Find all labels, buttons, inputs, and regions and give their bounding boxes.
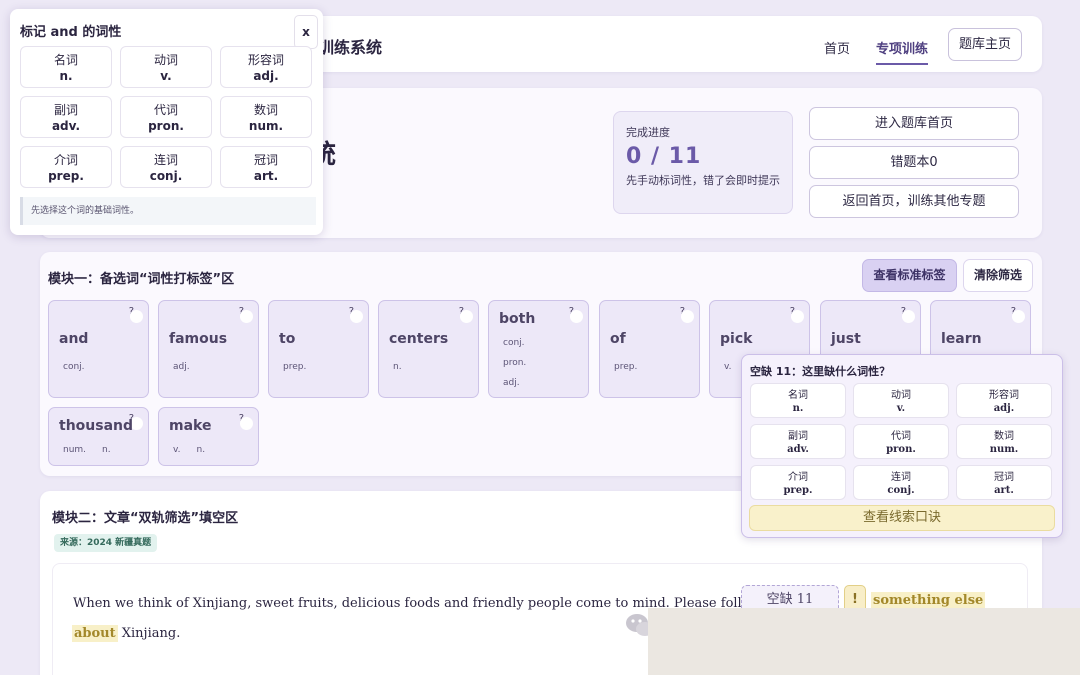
- popup-title: 标记 and 的词性: [20, 25, 122, 40]
- pos-option-art[interactable]: 冠词 art.: [220, 146, 312, 188]
- nav-home[interactable]: 首页: [824, 38, 850, 57]
- pos-tag: prep.: [614, 362, 638, 372]
- word-label: centers: [389, 331, 449, 347]
- blank-pos-popup: 空缺 11：这里缺什么词性？ 名词 n. 动词 v. 形容词 adj. 副词 adv. 代词 pr…: [741, 354, 1063, 538]
- show-standard-tags-button[interactable]: 查看标准标签: [862, 259, 957, 292]
- pos-tags: v. n.: [173, 440, 221, 460]
- pos-tags: conj.: [63, 357, 101, 377]
- passage-line-2: about Xinjiang.: [72, 622, 181, 642]
- pos-tags: n.: [393, 357, 418, 377]
- tag-pos-popup: 标记 and 的词性 x 名词 n. 动词 v. 形容词 adj. 副词 adv. 代词 pron…: [10, 9, 323, 235]
- word-label: both: [499, 311, 536, 327]
- pos-tags: prep.: [614, 357, 653, 377]
- pos-option-pron[interactable]: 代词 pron.: [120, 96, 212, 138]
- pos-tag: prep.: [283, 362, 307, 372]
- wrong-book-button[interactable]: 错题本0: [809, 146, 1019, 179]
- pos-tag: adj.: [173, 362, 190, 372]
- word-card[interactable]: ?bothconj.pron.adj.: [488, 300, 589, 398]
- word-label: just: [831, 331, 861, 347]
- pos-option-v[interactable]: 动词 v.: [120, 46, 212, 88]
- highlight-about[interactable]: about: [72, 625, 118, 642]
- pos-option-pron[interactable]: 代词 pron.: [853, 424, 949, 459]
- pos-option-n[interactable]: 名词 n.: [750, 383, 846, 418]
- word-label: famous: [169, 331, 228, 347]
- view-clue-button[interactable]: 查看线索口诀: [749, 505, 1055, 531]
- pos-tags: num. n.: [63, 440, 127, 460]
- status-dot[interactable]: [1012, 310, 1025, 323]
- word-card[interactable]: ?famousadj.: [158, 300, 259, 398]
- pos-option-conj[interactable]: 连词 conj.: [853, 465, 949, 500]
- progress-card: 完成进度 0 / 11 先手动标词性，错了会即时提示: [613, 111, 793, 214]
- word-card[interactable]: ?toprep.: [268, 300, 369, 398]
- word-label: thousand: [59, 418, 134, 434]
- pos-option-prep[interactable]: 介词 prep.: [20, 146, 112, 188]
- back-home-button[interactable]: 返回首页，训练其他专题: [809, 185, 1019, 218]
- pos-tag: adj.: [503, 378, 520, 388]
- status-dot[interactable]: [240, 417, 253, 430]
- pos-option-prep[interactable]: 介词 prep.: [750, 465, 846, 500]
- progress-hint: 先手动标词性，错了会即时提示: [626, 174, 780, 187]
- word-label: make: [169, 418, 212, 434]
- pos-tag: num.: [63, 445, 87, 455]
- enter-bank-button[interactable]: 进入题库首页: [809, 107, 1019, 140]
- pos-option-num[interactable]: 数词 num.: [220, 96, 312, 138]
- clear-filter-button[interactable]: 清除筛选: [963, 259, 1033, 292]
- status-dot[interactable]: [902, 310, 915, 323]
- pos-tags: prep.: [283, 357, 322, 377]
- status-dot[interactable]: [460, 310, 473, 323]
- progress-value: 0 / 11: [626, 144, 702, 169]
- popup-hint: 先选择这个词的基础词性。: [20, 197, 316, 225]
- blank-popup-title: 空缺 11：这里缺什么词性？: [750, 365, 891, 378]
- status-dot[interactable]: [240, 310, 253, 323]
- module1-title: 模块一：备选词“词性打标签”区: [48, 272, 235, 287]
- status-dot[interactable]: [681, 310, 694, 323]
- word-label: learn: [941, 331, 982, 347]
- corner-overlay: [648, 608, 1080, 675]
- pos-tags: conj. pron. adj.: [503, 333, 542, 393]
- word-card[interactable]: ?andconj.: [48, 300, 149, 398]
- word-label: and: [59, 331, 89, 347]
- word-label: pick: [720, 331, 753, 347]
- progress-label: 完成进度: [626, 126, 670, 139]
- pos-tag: conj.: [63, 362, 85, 372]
- pos-option-v[interactable]: 动词 v.: [853, 383, 949, 418]
- pos-option-conj[interactable]: 连词 conj.: [120, 146, 212, 188]
- word-card[interactable]: ?makev.n.: [158, 407, 259, 466]
- pos-tags: adj.: [173, 357, 206, 377]
- pos-option-adj[interactable]: 形容词 adj.: [956, 383, 1052, 418]
- pos-option-art[interactable]: 冠词 art.: [956, 465, 1052, 500]
- pos-tag: n.: [102, 445, 111, 455]
- pos-option-adv[interactable]: 副词 adv.: [750, 424, 846, 459]
- word-card[interactable]: ?centersn.: [378, 300, 479, 398]
- pos-option-adv[interactable]: 副词 adv.: [20, 96, 112, 138]
- word-card[interactable]: ?ofprep.: [599, 300, 700, 398]
- pos-tag: pron.: [503, 358, 527, 368]
- source-badge: 来源：2024 新疆真题: [54, 534, 158, 552]
- status-dot[interactable]: [791, 310, 804, 323]
- highlight-something-else[interactable]: something else: [871, 592, 986, 609]
- status-dot[interactable]: [130, 310, 143, 323]
- word-card[interactable]: ?thousandnum.n.: [48, 407, 149, 466]
- close-button[interactable]: x: [294, 15, 318, 49]
- pos-tag: conj.: [503, 338, 525, 348]
- nav-special-training[interactable]: 专项训练: [876, 38, 929, 65]
- module2-title: 模块二：文章“双轨筛选”填空区: [52, 511, 239, 526]
- pos-option-num[interactable]: 数词 num.: [956, 424, 1052, 459]
- pos-tag: n.: [393, 362, 402, 372]
- status-dot[interactable]: [350, 310, 363, 323]
- pos-tag: n.: [196, 445, 206, 455]
- bank-home-button[interactable]: 题库主页: [948, 28, 1022, 61]
- pos-tag: v.: [173, 445, 181, 455]
- status-dot[interactable]: [570, 310, 583, 323]
- word-label: of: [610, 331, 626, 347]
- pos-option-n[interactable]: 名词 n.: [20, 46, 112, 88]
- pos-tag: v.: [724, 362, 732, 372]
- app-title: 训练系统: [318, 38, 383, 57]
- passage-text-2: Xinjiang.: [117, 626, 181, 641]
- pos-option-adj[interactable]: 形容词 adj.: [220, 46, 312, 88]
- word-label: to: [279, 331, 296, 347]
